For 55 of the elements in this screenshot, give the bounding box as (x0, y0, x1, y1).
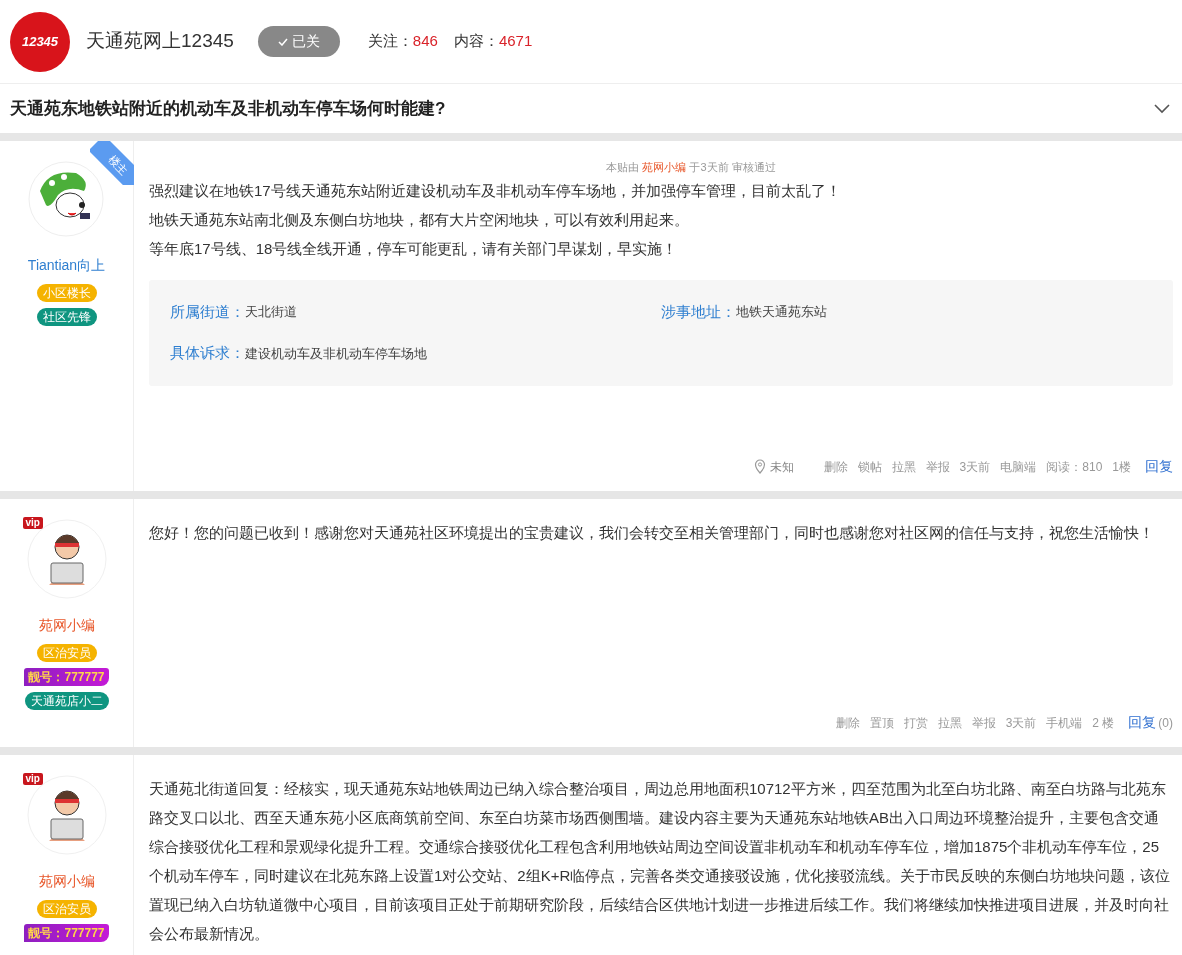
post-meta: 电脑端 (1000, 458, 1037, 476)
author-name[interactable]: 苑网小编 (38, 615, 95, 636)
action-link[interactable]: 锁帖 (857, 457, 882, 476)
location-pin-icon (753, 459, 766, 474)
post-meta: 1楼 (1112, 458, 1131, 476)
channel-name: 天通苑网上12345 (86, 29, 234, 54)
detail-value: 天北街道 (245, 303, 297, 321)
owner-ribbon: 楼主 (90, 141, 134, 185)
post-text: 强烈建议在地铁17号线天通苑东站附近建设机动车及非机动车停车场地，并加强停车管理，目前太乱了！ (149, 180, 842, 201)
action-link[interactable]: 拉黑 (891, 457, 916, 476)
user-badge: 区治安员 (36, 644, 97, 662)
post-meta: 3天前 (1005, 714, 1037, 732)
check-icon (277, 37, 288, 46)
post-text: 您好！您的问题已收到！感谢您对天通苑社区环境提出的宝贵建议，我们会转交至相关管理部门，同时也感谢您对社区网的信任与支持，祝您生活愉快！ (149, 523, 1155, 543)
stat: 内容：4671 (453, 31, 533, 52)
post-meta: 手机端 (1046, 714, 1083, 732)
detail-label: 具体诉求： (170, 343, 245, 363)
action-link[interactable]: 置顶 (869, 713, 894, 732)
post-meta: 3天前 (959, 458, 991, 476)
chevron-down-icon[interactable] (1154, 103, 1170, 114)
post-meta: 阅读：810 (1046, 458, 1103, 476)
reply-link[interactable]: 回复 (1145, 456, 1173, 477)
reply-count: (0) (1158, 714, 1173, 732)
vip-tag: vip (22, 773, 43, 785)
number-badge: 靓号：777777 (24, 924, 109, 942)
author-name[interactable]: 苑网小编 (38, 871, 95, 892)
detail-label: 涉事地址： (661, 301, 736, 322)
reply-link[interactable]: 回复 (1128, 712, 1157, 733)
vip-tag: vip (22, 517, 43, 529)
post-meta: 举报 (971, 714, 996, 732)
review-note: 本贴由 苑网小编 于3天前 审核通过 (605, 160, 777, 175)
post-text: 地铁天通苑东站南北侧及东侧白坊地块，都有大片空闲地块，可以有效利用起来。 (149, 209, 690, 230)
location-text: 未知 (769, 458, 794, 476)
thread-title: 天通苑东地铁站附近的机动车及非机动车停车场何时能建? (10, 97, 446, 120)
post-text: 天通苑北街道回复：经核实，现天通苑东站地铁周边已纳入综合整治项目，周边总用地面积10712平方米，四至范围为北至白坊北路、南至白坊路与北苑东路交叉口以北、西至天通东苑小区底商筑前空间、东至白坊菜市场西侧围墙。建设内容主要为天通苑东站地铁AB出入口周边环境整治提升，主要包含交通综合接驳优化工程和景观绿化提升工程。交通综合接驳优化工程包含利用地铁站周边空间设置非机动车和机动车停车位，增加1875个非机动车停车位，25个机动车停车，同时建议在北苑东路上设置1对公交站、2组K+R临停点，完善各类交通接驳设施，优化接驳流线。关于市民反映的东侧白坊地块问题，该位置现已纳入白坊轨道微中心项目，目前该项目正处于前期研究阶段，后续结合区供地计划进一步推进后续工作。我们将继续加快推进项目进展，并及时向社会公布最新情况。 (149, 779, 1172, 944)
detail-value: 建设机动车及非机动车停车场地 (245, 344, 427, 363)
logo: 12345 (10, 11, 70, 72)
action-link[interactable]: 打赏 (903, 713, 928, 732)
action-link[interactable]: 拉黑 (937, 713, 962, 732)
post-meta: 2 楼 (1092, 714, 1115, 732)
action-link[interactable]: 删除 (835, 713, 860, 732)
detail-label: 所属街道： (170, 301, 245, 322)
follow-button[interactable]: 已关 (257, 26, 340, 57)
action-link[interactable]: 删除 (823, 457, 848, 476)
action-link[interactable]: 举报 (925, 457, 950, 476)
author-name[interactable]: Tiantian向上 (27, 255, 106, 276)
user-badge: 区治安员 (36, 900, 97, 918)
editor-link[interactable]: 苑网小编 (642, 161, 687, 173)
post-text: 等年底17号线、18号线全线开通，停车可能更乱，请有关部门早谋划，早实施！ (149, 238, 679, 259)
user-badge: 小区楼长 (36, 284, 97, 302)
user-badge: 天通苑店小二 (24, 692, 109, 710)
user-badge: 社区先锋 (36, 308, 97, 326)
detail-value: 地铁天通苑东站 (736, 303, 827, 321)
stat: 关注：846 (367, 31, 438, 52)
number-badge: 靓号：777777 (24, 668, 109, 686)
